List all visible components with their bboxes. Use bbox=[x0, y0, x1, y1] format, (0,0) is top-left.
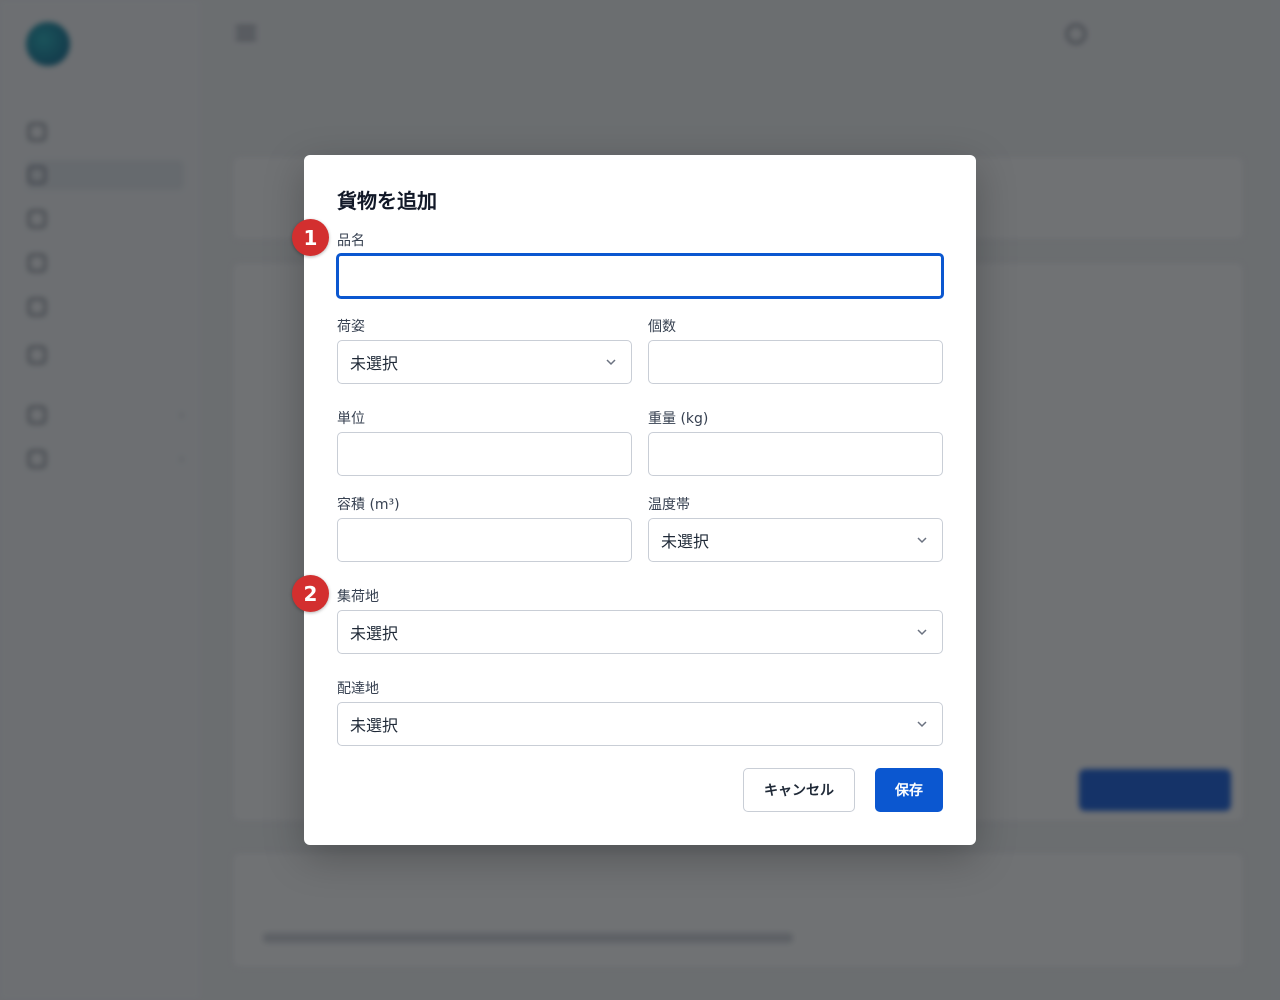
delivery-select[interactable]: 未選択 bbox=[337, 702, 943, 746]
delivery-select-value: 未選択 bbox=[350, 716, 399, 735]
packaging-select-value: 未選択 bbox=[350, 354, 399, 373]
step-marker-2: 2 bbox=[292, 575, 329, 612]
pickup-select-value: 未選択 bbox=[350, 624, 399, 643]
weight-input[interactable] bbox=[648, 432, 943, 476]
cancel-button[interactable]: キャンセル bbox=[743, 768, 855, 812]
chevron-down-icon bbox=[917, 537, 927, 544]
add-cargo-dialog: 貨物を追加 品名 荷姿 未選択 個数 単位 重量 (kg) 容積 (m³) 温度… bbox=[304, 155, 976, 845]
quantity-label: 個数 bbox=[648, 319, 676, 335]
weight-label: 重量 (kg) bbox=[648, 411, 709, 427]
unit-label: 単位 bbox=[337, 411, 365, 427]
chevron-down-icon bbox=[606, 359, 616, 366]
quantity-input[interactable] bbox=[648, 340, 943, 384]
unit-input[interactable] bbox=[337, 432, 632, 476]
save-button[interactable]: 保存 bbox=[875, 768, 943, 812]
dialog-title: 貨物を追加 bbox=[337, 189, 437, 213]
temperature-select[interactable]: 未選択 bbox=[648, 518, 943, 562]
step-marker-1: 1 bbox=[292, 219, 329, 256]
volume-label: 容積 (m³) bbox=[337, 497, 400, 513]
chevron-down-icon bbox=[917, 721, 927, 728]
chevron-down-icon bbox=[917, 629, 927, 636]
packaging-label: 荷姿 bbox=[337, 319, 365, 335]
pickup-select[interactable]: 未選択 bbox=[337, 610, 943, 654]
packaging-select[interactable]: 未選択 bbox=[337, 340, 632, 384]
temperature-select-value: 未選択 bbox=[661, 532, 710, 551]
temperature-label: 温度帯 bbox=[648, 497, 690, 513]
item-name-input[interactable] bbox=[336, 253, 944, 299]
pickup-label: 集荷地 bbox=[337, 589, 379, 605]
delivery-label: 配達地 bbox=[337, 681, 379, 697]
volume-input[interactable] bbox=[337, 518, 632, 562]
item-name-label: 品名 bbox=[337, 233, 365, 249]
